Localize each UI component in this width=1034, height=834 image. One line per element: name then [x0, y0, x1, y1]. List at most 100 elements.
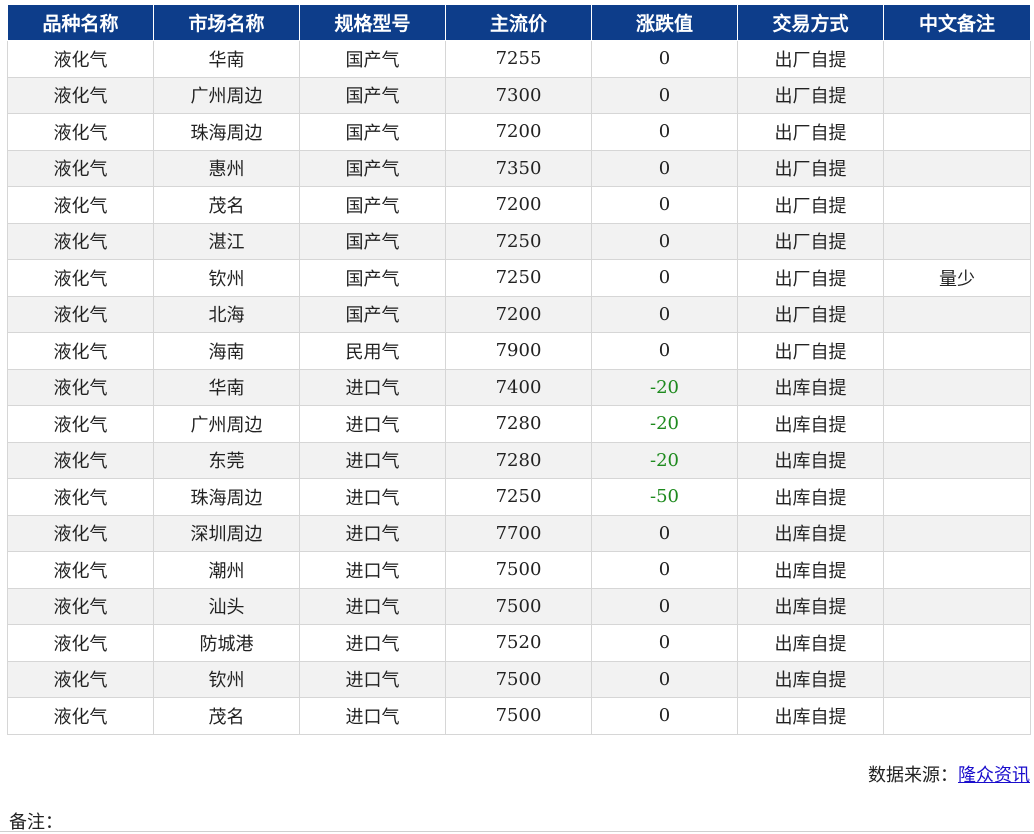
- cell-trade-method: 出库自提: [737, 697, 884, 735]
- cell-remark: [883, 149, 1031, 187]
- cell-main-price: 7500: [445, 551, 592, 589]
- header-trade-method: 交易方式: [737, 4, 884, 41]
- cell-market-name: 湛江: [153, 222, 300, 260]
- cell-trade-method: 出厂自提: [737, 186, 884, 224]
- cell-spec-model: 进口气: [299, 624, 446, 662]
- cell-spec-model: 进口气: [299, 368, 446, 406]
- cell-spec-model: 国产气: [299, 76, 446, 114]
- cell-product-name: 液化气: [7, 222, 154, 260]
- header-remark: 中文备注: [883, 4, 1031, 41]
- cell-main-price: 7280: [445, 441, 592, 479]
- cell-main-price: 7200: [445, 113, 592, 151]
- cell-trade-method: 出厂自提: [737, 149, 884, 187]
- data-source-link[interactable]: 隆众资讯: [958, 765, 1030, 786]
- cell-main-price: 7500: [445, 587, 592, 625]
- cell-spec-model: 国产气: [299, 222, 446, 260]
- cell-remark: [883, 551, 1031, 589]
- cell-product-name: 液化气: [7, 624, 154, 662]
- cell-price-change: 0: [591, 514, 738, 552]
- cell-market-name: 珠海周边: [153, 478, 300, 516]
- cell-main-price: 7900: [445, 332, 592, 370]
- cell-price-change: -50: [591, 478, 738, 516]
- cell-remark: [883, 222, 1031, 260]
- cell-spec-model: 国产气: [299, 40, 446, 78]
- table-row: 液化气 广州周边 国产气 7300 0 出厂自提: [7, 76, 1031, 114]
- cell-trade-method: 出库自提: [737, 478, 884, 516]
- cell-product-name: 液化气: [7, 478, 154, 516]
- cell-price-change: 0: [591, 624, 738, 662]
- cell-trade-method: 出库自提: [737, 624, 884, 662]
- cell-market-name: 珠海周边: [153, 113, 300, 151]
- cell-trade-method: 出厂自提: [737, 259, 884, 297]
- cell-remark: [883, 624, 1031, 662]
- table-row: 液化气 华南 进口气 7400 -20 出库自提: [7, 368, 1031, 406]
- table-row: 液化气 湛江 国产气 7250 0 出厂自提: [7, 222, 1031, 260]
- table-row: 液化气 珠海周边 国产气 7200 0 出厂自提: [7, 113, 1031, 151]
- cell-remark: [883, 186, 1031, 224]
- header-row: 品种名称 市场名称 规格型号 主流价 涨跌值 交易方式 中文备注: [7, 4, 1031, 41]
- cell-spec-model: 进口气: [299, 697, 446, 735]
- cell-product-name: 液化气: [7, 441, 154, 479]
- table-row: 液化气 潮州 进口气 7500 0 出库自提: [7, 551, 1031, 589]
- cell-remark: [883, 332, 1031, 370]
- cell-trade-method: 出库自提: [737, 368, 884, 406]
- cell-price-change: 0: [591, 660, 738, 698]
- cell-main-price: 7280: [445, 405, 592, 443]
- cell-market-name: 华南: [153, 368, 300, 406]
- cell-spec-model: 进口气: [299, 587, 446, 625]
- cell-trade-method: 出厂自提: [737, 222, 884, 260]
- cell-remark: [883, 113, 1031, 151]
- table-row: 液化气 珠海周边 进口气 7250 -50 出库自提: [7, 478, 1031, 516]
- cell-remark: [883, 660, 1031, 698]
- cell-product-name: 液化气: [7, 405, 154, 443]
- cell-main-price: 7200: [445, 295, 592, 333]
- cell-trade-method: 出库自提: [737, 441, 884, 479]
- cell-remark: [883, 478, 1031, 516]
- table-row: 液化气 深圳周边 进口气 7700 0 出库自提: [7, 514, 1031, 552]
- cell-main-price: 7250: [445, 222, 592, 260]
- cell-main-price: 7300: [445, 76, 592, 114]
- cell-main-price: 7250: [445, 259, 592, 297]
- cell-price-change: 0: [591, 76, 738, 114]
- cell-market-name: 华南: [153, 40, 300, 78]
- header-product-name: 品种名称: [7, 4, 154, 41]
- cell-main-price: 7500: [445, 660, 592, 698]
- cell-price-change: -20: [591, 405, 738, 443]
- cell-main-price: 7700: [445, 514, 592, 552]
- cell-trade-method: 出库自提: [737, 660, 884, 698]
- cell-product-name: 液化气: [7, 587, 154, 625]
- cell-price-change: 0: [591, 40, 738, 78]
- cell-product-name: 液化气: [7, 660, 154, 698]
- cell-spec-model: 进口气: [299, 441, 446, 479]
- table-row: 液化气 钦州 进口气 7500 0 出库自提: [7, 660, 1031, 698]
- header-spec-model: 规格型号: [299, 4, 446, 41]
- cell-market-name: 潮州: [153, 551, 300, 589]
- cell-price-change: 0: [591, 551, 738, 589]
- cell-spec-model: 进口气: [299, 514, 446, 552]
- cell-market-name: 深圳周边: [153, 514, 300, 552]
- cell-trade-method: 出厂自提: [737, 332, 884, 370]
- cell-spec-model: 国产气: [299, 113, 446, 151]
- cell-main-price: 7400: [445, 368, 592, 406]
- cell-remark: [883, 514, 1031, 552]
- cell-price-change: 0: [591, 587, 738, 625]
- cell-price-change: 0: [591, 697, 738, 735]
- cell-spec-model: 进口气: [299, 478, 446, 516]
- table-row: 液化气 茂名 国产气 7200 0 出厂自提: [7, 186, 1031, 224]
- cell-price-change: 0: [591, 113, 738, 151]
- table-body: 液化气 华南 国产气 7255 0 出厂自提 液化气 广州周边 国产气 7300 0 出厂自提 液化气珠…: [7, 40, 1031, 735]
- table-row: 液化气 海南 民用气 7900 0 出厂自提: [7, 332, 1031, 370]
- cell-product-name: 液化气: [7, 259, 154, 297]
- table-row: 液化气 惠州 国产气 7350 0 出厂自提: [7, 149, 1031, 187]
- cell-market-name: 防城港: [153, 624, 300, 662]
- cell-market-name: 广州周边: [153, 76, 300, 114]
- cell-product-name: 液化气: [7, 332, 154, 370]
- cell-trade-method: 出厂自提: [737, 113, 884, 151]
- cell-market-name: 钦州: [153, 660, 300, 698]
- cell-price-change: -20: [591, 368, 738, 406]
- cell-trade-method: 出厂自提: [737, 295, 884, 333]
- cell-price-change: 0: [591, 259, 738, 297]
- cell-spec-model: 民用气: [299, 332, 446, 370]
- cell-market-name: 广州周边: [153, 405, 300, 443]
- cell-product-name: 液化气: [7, 551, 154, 589]
